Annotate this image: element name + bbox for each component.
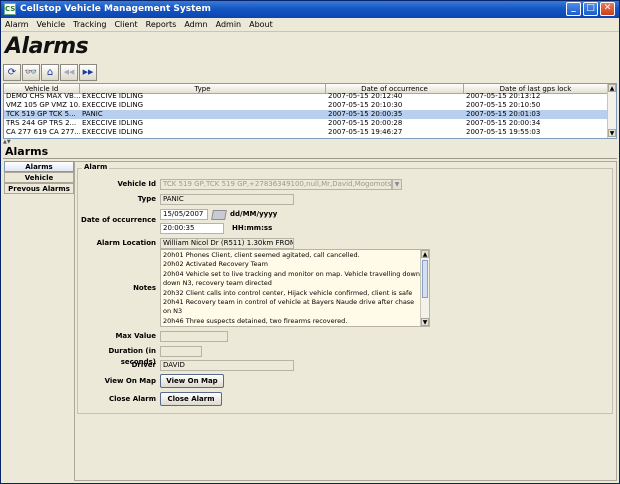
type-label: Type xyxy=(137,195,156,203)
cell-type: PANIC xyxy=(82,110,103,118)
duration-field[interactable] xyxy=(160,346,202,357)
tower-icon[interactable]: ⌂ xyxy=(41,64,59,81)
scroll-up-icon[interactable]: ▲ xyxy=(421,250,429,258)
table-row[interactable]: DEMO CHS MAX VB... EXECCIVE IDLING 2007-… xyxy=(4,92,608,101)
maximize-button[interactable]: □ xyxy=(583,2,598,16)
vehicle-id-label: Vehicle Id xyxy=(117,180,156,188)
close-alarm-label: Close Alarm xyxy=(109,395,156,403)
driver-label: Driver xyxy=(131,361,156,369)
menu-about[interactable]: About xyxy=(245,18,277,32)
alarm-detail-panel: Alarm Vehicle Id TCK 519 GP,TCK 519 GP,+… xyxy=(74,161,617,481)
side-tabs: Alarms Vehicle Prevous Alarms xyxy=(4,161,74,194)
window-title: Cellstop Vehicle Management System xyxy=(20,4,211,14)
menu-admn[interactable]: Admn xyxy=(180,18,211,32)
table-row[interactable]: VMZ 105 GP VMZ 10... EXECCIVE IDLING 200… xyxy=(4,101,608,110)
scroll-thumb[interactable] xyxy=(422,260,428,298)
cell-vehicle: VMZ 105 GP VMZ 10... xyxy=(6,101,80,109)
toolbar: ⟳ 👓 ⌂ ◀◀ ▶▶ xyxy=(3,64,617,82)
time-field[interactable]: 20:00:35 xyxy=(160,223,224,234)
max-value-field[interactable] xyxy=(160,331,228,342)
cell-date: 2007-05-15 20:10:30 xyxy=(328,101,403,109)
menu-alarm[interactable]: Alarm xyxy=(1,18,33,32)
notes-label: Notes xyxy=(133,284,156,292)
fieldset-legend: Alarm xyxy=(82,163,110,171)
menu-vehicle[interactable]: Vehicle xyxy=(33,18,70,32)
date-field[interactable]: 15/05/2007 xyxy=(160,209,208,220)
divider xyxy=(3,158,617,159)
table-row[interactable]: TRS 244 GP TRS 2... EXECCIVE IDLING 2007… xyxy=(4,119,608,128)
notes-line: 20h46 Three suspects detained, two firea… xyxy=(163,316,348,325)
binoculars-icon[interactable]: 👓 xyxy=(22,64,40,81)
tab-vehicle[interactable]: Vehicle xyxy=(4,172,74,183)
calendar-icon[interactable] xyxy=(211,210,227,220)
table-row[interactable]: CA 277 619 CA 277... EXECCIVE IDLING 200… xyxy=(4,128,608,137)
scroll-down-icon[interactable]: ▼ xyxy=(421,318,429,326)
cell-date: 2007-05-15 20:00:35 xyxy=(328,110,403,118)
menu-reports[interactable]: Reports xyxy=(142,18,181,32)
tab-previous-alarms[interactable]: Prevous Alarms xyxy=(4,183,74,194)
cell-type: EXECCIVE IDLING xyxy=(82,128,143,136)
cell-gps: 2007-05-15 20:13:12 xyxy=(466,92,541,100)
vehicle-id-combo[interactable]: TCK 519 GP,TCK 519 GP,+27836349100,null,… xyxy=(160,179,392,190)
title-bar: CS Cellstop Vehicle Management System _ … xyxy=(1,1,619,18)
notes-line: 20h01 Phones Client, client seemed agita… xyxy=(163,251,360,259)
chevron-down-icon[interactable]: ▼ xyxy=(392,179,402,190)
notes-line: down N3, recovery team directed xyxy=(163,279,272,288)
refresh-icon[interactable]: ⟳ xyxy=(3,64,21,81)
cell-type: EXECCIVE IDLING xyxy=(82,92,143,100)
menu-client[interactable]: Client xyxy=(110,18,141,32)
page-title: Alarms xyxy=(5,34,89,59)
view-on-map-button[interactable]: View On Map xyxy=(160,374,224,388)
alarms-table: Vehicle Id Type Date of occurrence Date … xyxy=(3,83,617,139)
table-scrollbar[interactable]: ▲ ▼ xyxy=(607,84,616,138)
close-window-button[interactable]: ✕ xyxy=(600,2,615,16)
notes-scrollbar[interactable]: ▲ ▼ xyxy=(420,250,429,326)
max-value-label: Max Value xyxy=(115,332,156,340)
next-icon[interactable]: ▶▶ xyxy=(79,64,97,81)
notes-line: 20h32 Client calls into control center, … xyxy=(163,288,413,297)
cell-vehicle: TCK 519 GP TCK 5... xyxy=(6,110,76,118)
location-label: Alarm Location xyxy=(96,239,156,247)
driver-field[interactable]: DAVID xyxy=(160,360,294,371)
close-alarm-button[interactable]: Close Alarm xyxy=(160,392,222,406)
cell-vehicle: CA 277 619 CA 277... xyxy=(6,128,80,136)
app-window: CS Cellstop Vehicle Management System _ … xyxy=(0,0,620,484)
cell-gps: 2007-05-15 20:00:34 xyxy=(466,119,541,127)
cell-gps: 2007-05-15 20:01:03 xyxy=(466,110,541,118)
table-row-selected[interactable]: TCK 519 GP TCK 5... PANIC 2007-05-15 20:… xyxy=(4,110,608,119)
notes-content: 20h01 Phones Client, client seemed agita… xyxy=(163,251,421,326)
cell-gps: 2007-05-15 19:55:03 xyxy=(466,128,541,136)
cell-type: EXECCIVE IDLING xyxy=(82,119,143,127)
location-field[interactable]: William Nicol Dr (R511) 1.30km FROM Y xyxy=(160,238,294,249)
tab-alarms[interactable]: Alarms xyxy=(4,161,74,172)
notes-line: 20h41 Recovery team in control of vehicl… xyxy=(163,298,415,307)
scroll-up-icon[interactable]: ▲ xyxy=(608,84,616,92)
previous-icon[interactable]: ◀◀ xyxy=(60,64,78,81)
notes-line: 20h04 Vehicle set to live tracking and m… xyxy=(163,269,420,278)
scroll-down-icon[interactable]: ▼ xyxy=(608,129,616,137)
view-on-map-label: View On Map xyxy=(104,377,156,385)
app-logo-icon: CS xyxy=(4,3,16,15)
cell-date: 2007-05-15 19:46:27 xyxy=(328,128,403,136)
split-pane-divider[interactable]: ▲▼ xyxy=(3,140,617,145)
section-title: Alarms xyxy=(5,145,49,158)
menu-admin[interactable]: Admin xyxy=(212,18,246,32)
menu-tracking[interactable]: Tracking xyxy=(69,18,110,32)
menu-bar: Alarm Vehicle Tracking Client Reports Admn Adm… xyxy=(1,18,619,32)
cell-date: 2007-05-15 20:12:40 xyxy=(328,92,403,100)
alarm-fieldset: Alarm Vehicle Id TCK 519 GP,TCK 519 GP,+… xyxy=(77,163,613,414)
notes-textarea[interactable]: 20h01 Phones Client, client seemed agita… xyxy=(160,249,430,327)
time-format-hint: HH:mm:ss xyxy=(232,224,273,232)
notes-line: on N3 xyxy=(163,307,183,316)
date-label: Date of occurrence xyxy=(81,216,156,224)
cell-vehicle: TRS 244 GP TRS 2... xyxy=(6,119,77,127)
cell-date: 2007-05-15 20:00:28 xyxy=(328,119,403,127)
notes-line: 20h02 Activated Recovery Team xyxy=(163,260,268,269)
cell-type: EXECCIVE IDLING xyxy=(82,101,143,109)
date-format-hint: dd/MM/yyyy xyxy=(230,210,278,218)
cell-gps: 2007-05-15 20:10:50 xyxy=(466,101,541,109)
cell-vehicle: DEMO CHS MAX VB... xyxy=(6,92,80,100)
minimize-button[interactable]: _ xyxy=(566,2,581,16)
type-field[interactable]: PANIC xyxy=(160,194,294,205)
